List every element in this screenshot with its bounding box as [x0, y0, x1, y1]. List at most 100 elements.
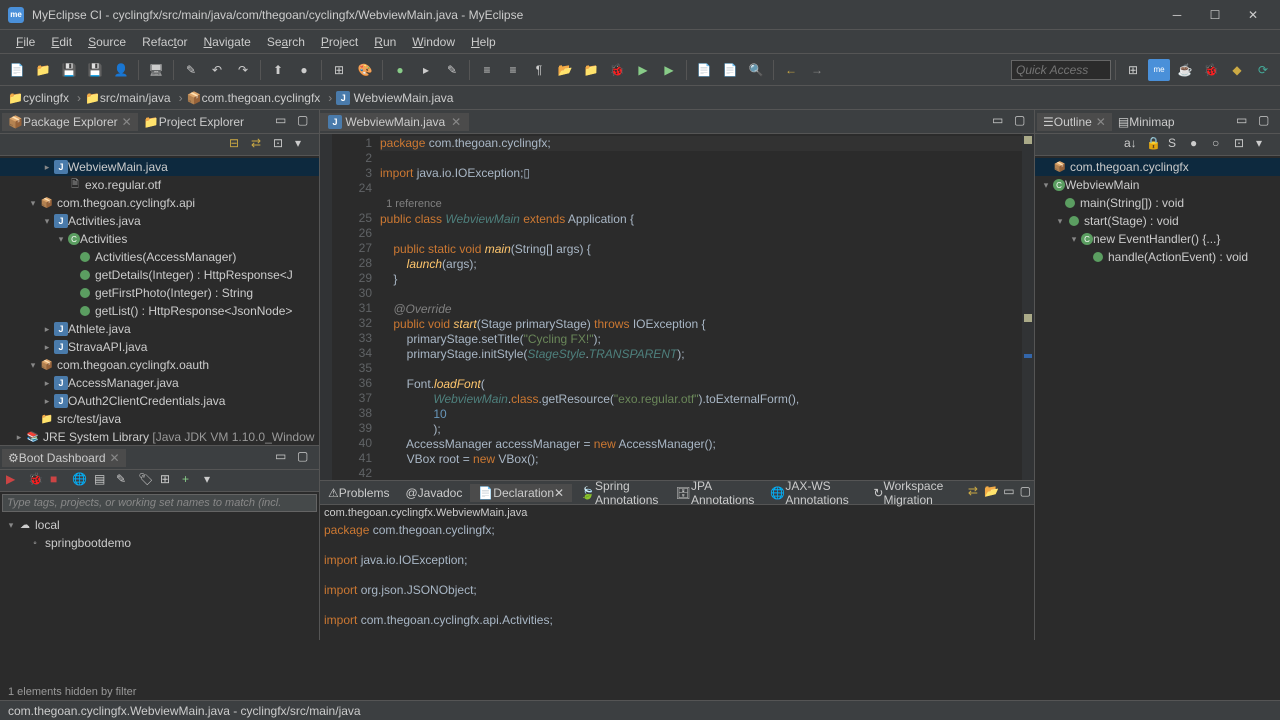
declaration-content[interactable]: package com.thegoan.cyclingfx; import ja…: [320, 521, 1034, 640]
tree-node-file[interactable]: ▾JActivities.java: [0, 212, 319, 230]
tab-workspace[interactable]: ↻ Workspace Migration: [865, 477, 965, 509]
minimize-button[interactable]: ─: [1158, 1, 1196, 29]
menu-icon[interactable]: ▾: [204, 472, 222, 490]
minimize-view-icon[interactable]: ▭: [1003, 484, 1015, 502]
outline-method[interactable]: handle(ActionEvent) : void: [1035, 248, 1280, 266]
hide-fields-icon[interactable]: 🔒: [1146, 136, 1164, 154]
open-folder-icon[interactable]: 📂: [554, 59, 576, 81]
tab-outline[interactable]: ☰ Outline✕: [1037, 113, 1112, 131]
undo-icon[interactable]: ↶: [206, 59, 228, 81]
link-editor-icon[interactable]: ⇄: [251, 136, 269, 154]
debug-boot-icon[interactable]: 🐞: [28, 472, 46, 490]
tab-project-explorer[interactable]: 📁 Project Explorer: [138, 113, 250, 131]
forward-icon[interactable]: →: [806, 59, 828, 81]
tab-minimap[interactable]: ▤ Minimap: [1112, 113, 1181, 131]
console-icon[interactable]: ▤: [94, 472, 112, 490]
open-perspective-icon[interactable]: ⊞: [1122, 59, 1144, 81]
publish-icon[interactable]: ●: [293, 59, 315, 81]
menu-refactor[interactable]: Refactor: [134, 33, 195, 51]
save-icon[interactable]: 💾: [58, 59, 80, 81]
build-icon[interactable]: ▸: [415, 59, 437, 81]
tab-boot-dashboard[interactable]: ⚙ Boot Dashboard✕: [2, 449, 126, 467]
tree-node-method[interactable]: getFirstPhoto(Integer) : String: [0, 284, 319, 302]
tree-node-file[interactable]: ▸JStravaAPI.java: [0, 338, 319, 356]
maximize-button[interactable]: ☐: [1196, 1, 1234, 29]
tag-icon[interactable]: 🏷: [138, 472, 156, 490]
outline-anon[interactable]: ▾Cnew EventHandler() {...}: [1035, 230, 1280, 248]
outline-method[interactable]: main(String[]) : void: [1035, 194, 1280, 212]
close-icon[interactable]: ✕: [1096, 115, 1106, 129]
menu-run[interactable]: Run: [366, 33, 404, 51]
perspective-java-icon[interactable]: ☕: [1174, 59, 1196, 81]
run-green-icon[interactable]: ●: [389, 59, 411, 81]
close-icon[interactable]: ✕: [451, 115, 461, 129]
maximize-view-icon[interactable]: ▢: [1020, 484, 1032, 502]
focus-icon[interactable]: ⊡: [1234, 136, 1252, 154]
open-icon[interactable]: 📂: [984, 484, 999, 502]
perspective-git-icon[interactable]: ◆: [1226, 59, 1248, 81]
deploy-icon[interactable]: ⬆: [267, 59, 289, 81]
filter-icon[interactable]: ⊞: [160, 472, 178, 490]
tree-node-package[interactable]: ▾📦com.thegoan.cyclingfx.api: [0, 194, 319, 212]
tree-node-file[interactable]: ▸JAccessManager.java: [0, 374, 319, 392]
tree-node-library[interactable]: ▸📚JRE System Library [Java JDK VM 1.10.0…: [0, 428, 319, 445]
align-icon[interactable]: ≡: [476, 59, 498, 81]
folder-icon[interactable]: 📁: [580, 59, 602, 81]
view-menu-icon[interactable]: ▾: [1256, 136, 1274, 154]
overview-ruler[interactable]: [1022, 134, 1034, 480]
menu-help[interactable]: Help: [463, 33, 504, 51]
tab-spring[interactable]: 🍃 Spring Annotations: [572, 477, 668, 509]
minimize-view-icon[interactable]: ▭: [275, 113, 293, 131]
run-last-icon[interactable]: ▶: [658, 59, 680, 81]
maximize-view-icon[interactable]: ▢: [297, 113, 315, 131]
start-icon[interactable]: ▶: [6, 472, 24, 490]
code-editor[interactable]: 12324 2526272829303132333435363738394041…: [320, 134, 1034, 480]
perspective-me-icon[interactable]: me: [1148, 59, 1170, 81]
hide-local-icon[interactable]: ○: [1212, 136, 1230, 154]
minimize-editor-icon[interactable]: ▭: [992, 113, 1010, 131]
add-icon[interactable]: +: [182, 472, 200, 490]
tab-jpa[interactable]: 🗄 JPA Annotations: [668, 477, 763, 509]
new-project-icon[interactable]: 📁: [32, 59, 54, 81]
menu-search[interactable]: Search: [259, 33, 313, 51]
save-all-icon[interactable]: 💾: [84, 59, 106, 81]
outline-package[interactable]: 📦com.thegoan.cyclingfx: [1035, 158, 1280, 176]
para-icon[interactable]: ¶: [528, 59, 550, 81]
back-icon[interactable]: ←: [780, 59, 802, 81]
wand-icon[interactable]: ✎: [180, 59, 202, 81]
tree-node-method[interactable]: Activities(AccessManager): [0, 248, 319, 266]
outline-tree[interactable]: 📦com.thegoan.cyclingfx ▾CWebviewMain mai…: [1035, 156, 1280, 640]
perspective-sync-icon[interactable]: ⟳: [1252, 59, 1274, 81]
crumb-package[interactable]: 📦 com.thegoan.cyclingfx: [187, 91, 321, 105]
boot-filter-input[interactable]: Type tags, projects, or working set name…: [2, 494, 317, 512]
close-icon[interactable]: ✕: [110, 451, 120, 465]
hide-nonpublic-icon[interactable]: ●: [1190, 136, 1208, 154]
open-browser-icon[interactable]: 🌐: [72, 472, 90, 490]
tree-node-file[interactable]: ▸JWebviewMain.java: [0, 158, 319, 176]
tab-problems[interactable]: ⚠ Problems: [320, 484, 397, 502]
link-icon[interactable]: ⇄: [968, 484, 980, 502]
new-icon[interactable]: 📄: [6, 59, 28, 81]
view-menu-icon[interactable]: ▾: [295, 136, 313, 154]
brush-icon[interactable]: ✎: [441, 59, 463, 81]
boot-app-node[interactable]: ◦springbootdemo: [0, 534, 319, 552]
collapse-all-icon[interactable]: ⊟: [229, 136, 247, 154]
tree-node-file[interactable]: ▸JOAuth2ClientCredentials.java: [0, 392, 319, 410]
menu-window[interactable]: Window: [404, 33, 463, 51]
maximize-view-icon[interactable]: ▢: [297, 449, 315, 467]
editor-tab[interactable]: J WebviewMain.java✕: [320, 113, 469, 131]
outline-method[interactable]: ▾start(Stage) : void: [1035, 212, 1280, 230]
menu-source[interactable]: Source: [80, 33, 134, 51]
stop-icon[interactable]: ■: [50, 472, 68, 490]
tab-javadoc[interactable]: @ Javadoc: [397, 484, 470, 502]
new-wizard-icon[interactable]: 📄: [693, 59, 715, 81]
package-explorer-tree[interactable]: ▸JWebviewMain.java 🗎exo.regular.otf ▾📦co…: [0, 156, 319, 445]
debug-icon[interactable]: 🐞: [606, 59, 628, 81]
tree-node-file[interactable]: ▸JAthlete.java: [0, 320, 319, 338]
outline-class[interactable]: ▾CWebviewMain: [1035, 176, 1280, 194]
menu-project[interactable]: Project: [313, 33, 366, 51]
quick-access-input[interactable]: [1011, 60, 1111, 80]
tree-node-class[interactable]: ▾CActivities: [0, 230, 319, 248]
tab-jaxws[interactable]: 🌐 JAX-WS Annotations: [762, 477, 865, 509]
close-button[interactable]: ✕: [1234, 1, 1272, 29]
